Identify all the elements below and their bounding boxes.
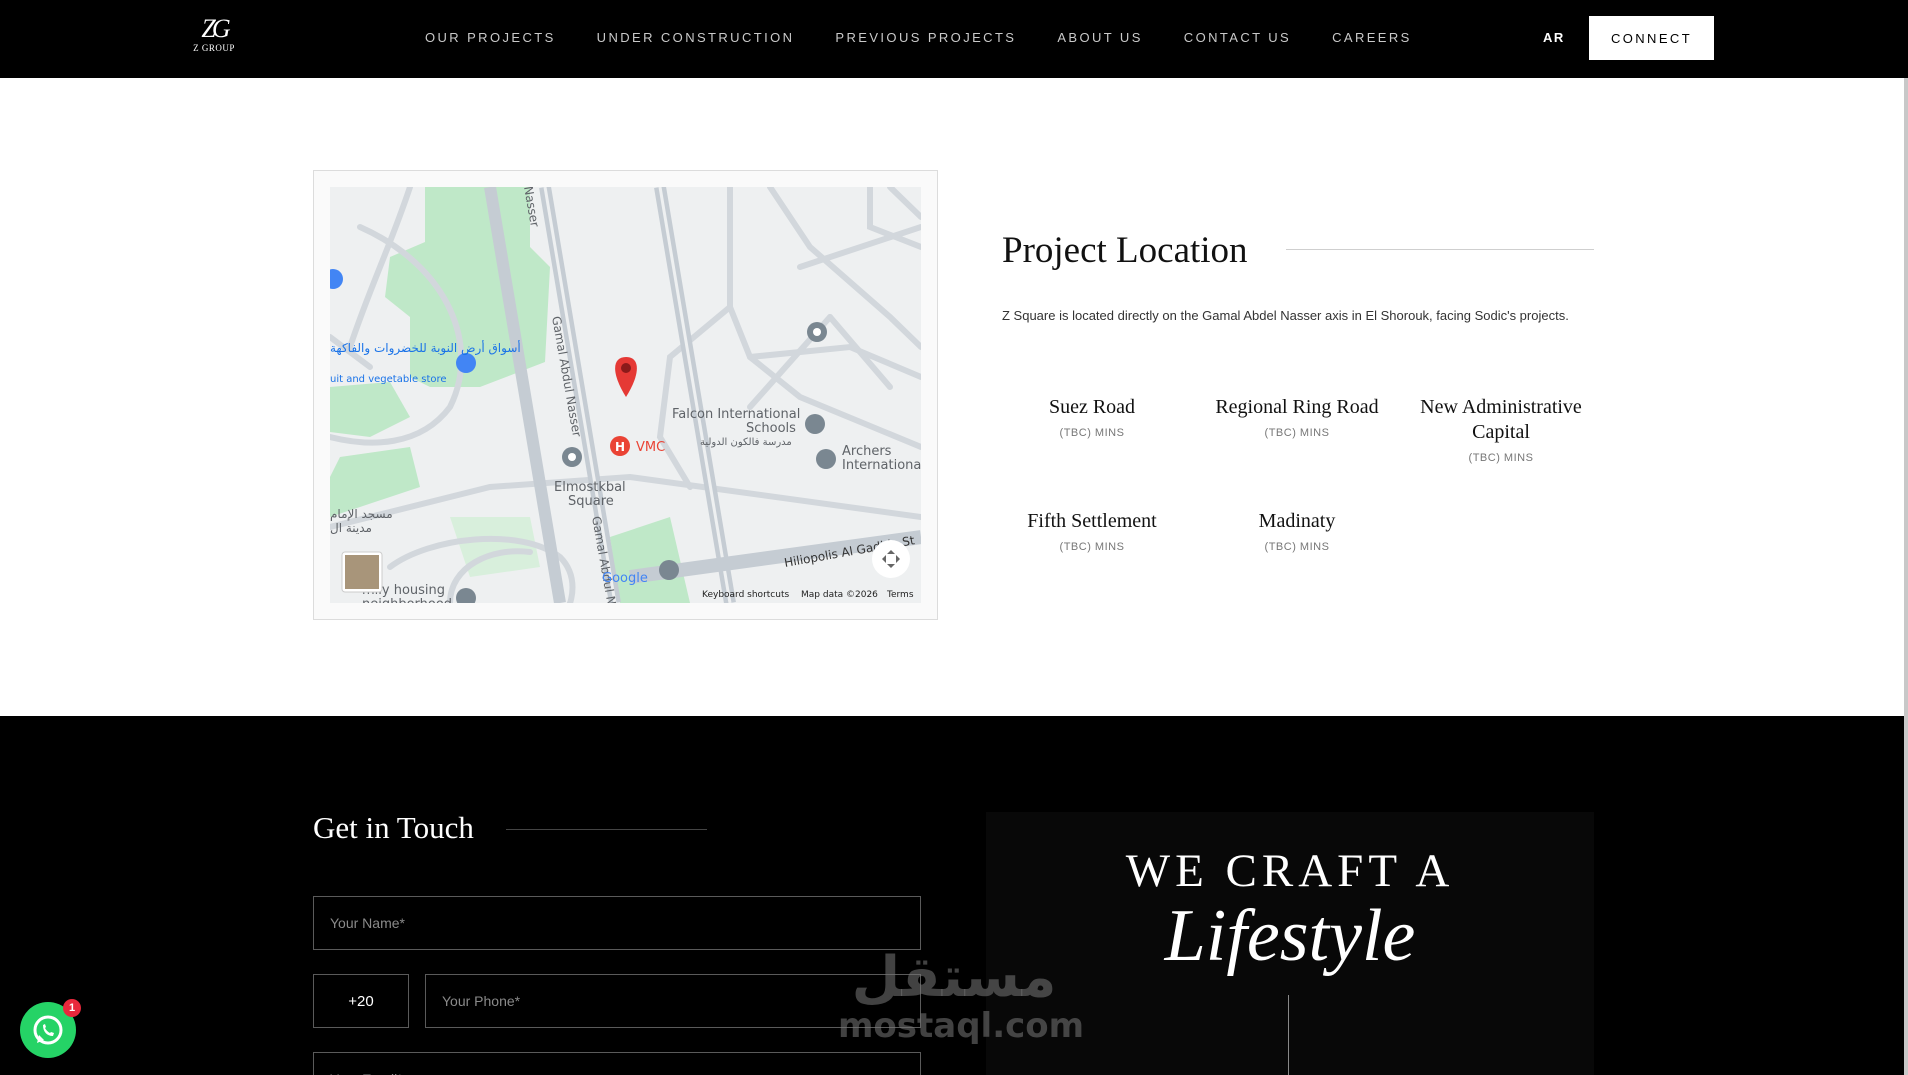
title-divider	[1286, 249, 1594, 250]
nav-about-us[interactable]: ABOUT US	[1057, 30, 1142, 45]
map-keyboard-shortcuts: Keyboard shortcuts	[702, 590, 789, 600]
z-group-logo[interactable]: ZG Z GROUP	[190, 14, 238, 62]
nav-careers[interactable]: CAREERS	[1332, 30, 1412, 45]
connect-button[interactable]: CONNECT	[1589, 16, 1714, 60]
map-place-label: مدرسة فالكون الدولية	[700, 437, 792, 448]
notification-badge: 1	[63, 999, 81, 1017]
destination-item: Madinaty (TBC) MINS	[1202, 509, 1392, 553]
map-place-label: Archers	[842, 444, 892, 459]
map-place-label: مسجد الإمام	[330, 507, 393, 521]
nav-under-construction[interactable]: UNDER CONSTRUCTION	[597, 30, 795, 45]
destination-item: Fifth Settlement (TBC) MINS	[997, 509, 1187, 553]
destination-item: Regional Ring Road (TBC) MINS	[1202, 395, 1392, 439]
nav-our-projects[interactable]: OUR PROJECTS	[425, 30, 556, 45]
nav-previous-projects[interactable]: PREVIOUS PROJECTS	[835, 30, 1016, 45]
google-map[interactable]: H Gamal Abdul Nasser Gamal Abdul Na Nass…	[330, 187, 921, 603]
map-place-label: Elmostkbal	[554, 480, 626, 495]
destination-name: New Administrative Capital	[1420, 396, 1582, 443]
map-place-label: Square	[568, 494, 614, 509]
google-logo: Google	[602, 571, 648, 586]
watermark-latin: mostaql.com	[838, 1006, 1085, 1046]
map-frame: H Gamal Abdul Nasser Gamal Abdul Na Nass…	[313, 170, 938, 620]
language-switch[interactable]: AR	[1543, 30, 1565, 45]
lifestyle-heading: Lifestyle	[1164, 895, 1416, 977]
country-code-select[interactable]: +20	[313, 974, 409, 1028]
destination-time: (TBC) MINS	[1264, 427, 1330, 439]
project-location-title: Project Location	[1002, 230, 1248, 271]
map-place-label: Schools	[746, 421, 796, 436]
vertical-divider	[1288, 995, 1289, 1075]
destination-item: Suez Road (TBC) MINS	[997, 395, 1187, 439]
map-place-label: International	[842, 458, 921, 473]
title-divider	[506, 829, 707, 830]
name-input[interactable]	[313, 896, 921, 950]
map-place-label: Falcon International	[672, 407, 800, 422]
destination-time: (TBC) MINS	[1264, 541, 1330, 553]
destination-name: Fifth Settlement	[1027, 510, 1157, 532]
logo-text: Z GROUP	[193, 43, 235, 53]
destination-time: (TBC) MINS	[1059, 427, 1125, 439]
map-place-label: neighborhood	[362, 597, 452, 603]
svg-text:H: H	[615, 440, 625, 454]
map-place-label: أسواق أرض النوبة للخضروات والفاكهة	[330, 340, 521, 356]
map-place-label: مدينة ال	[330, 521, 372, 535]
get-in-touch-title: Get in Touch	[313, 810, 474, 845]
page-scrollbar[interactable]	[1904, 78, 1908, 1075]
map-place-label: VMC	[636, 440, 665, 455]
destination-time: (TBC) MINS	[1468, 452, 1534, 464]
mostaql-watermark: مستقل mostaql.com	[838, 945, 1085, 1046]
email-input[interactable]	[313, 1052, 921, 1075]
destination-time: (TBC) MINS	[1059, 541, 1125, 553]
destination-name: Suez Road	[1048, 396, 1136, 418]
watermark-arabic: مستقل	[851, 945, 1057, 1010]
site-header: ZG Z GROUP OUR PROJECTS UNDER CONSTRUCTI…	[0, 0, 1908, 78]
logo-mark: ZG	[201, 14, 230, 43]
map-data-credit: Map data ©2026	[801, 590, 878, 600]
main-nav: OUR PROJECTS UNDER CONSTRUCTION PREVIOUS…	[425, 30, 1453, 45]
destination-item: New Administrative Capital (TBC) MINS	[1406, 395, 1596, 464]
destination-name: Regional Ring Road	[1215, 396, 1379, 418]
map-canvas: H Gamal Abdul Nasser Gamal Abdul Na Nass…	[330, 187, 921, 603]
map-terms: Terms	[886, 590, 914, 600]
project-location-description: Z Square is located directly on the Gama…	[1002, 308, 1569, 323]
map-place-label: uit and vegetable store	[330, 374, 447, 385]
nav-contact-us[interactable]: CONTACT US	[1184, 30, 1291, 45]
destination-name: Madinaty	[1258, 510, 1336, 532]
craft-heading: WE CRAFT A	[1125, 845, 1455, 897]
